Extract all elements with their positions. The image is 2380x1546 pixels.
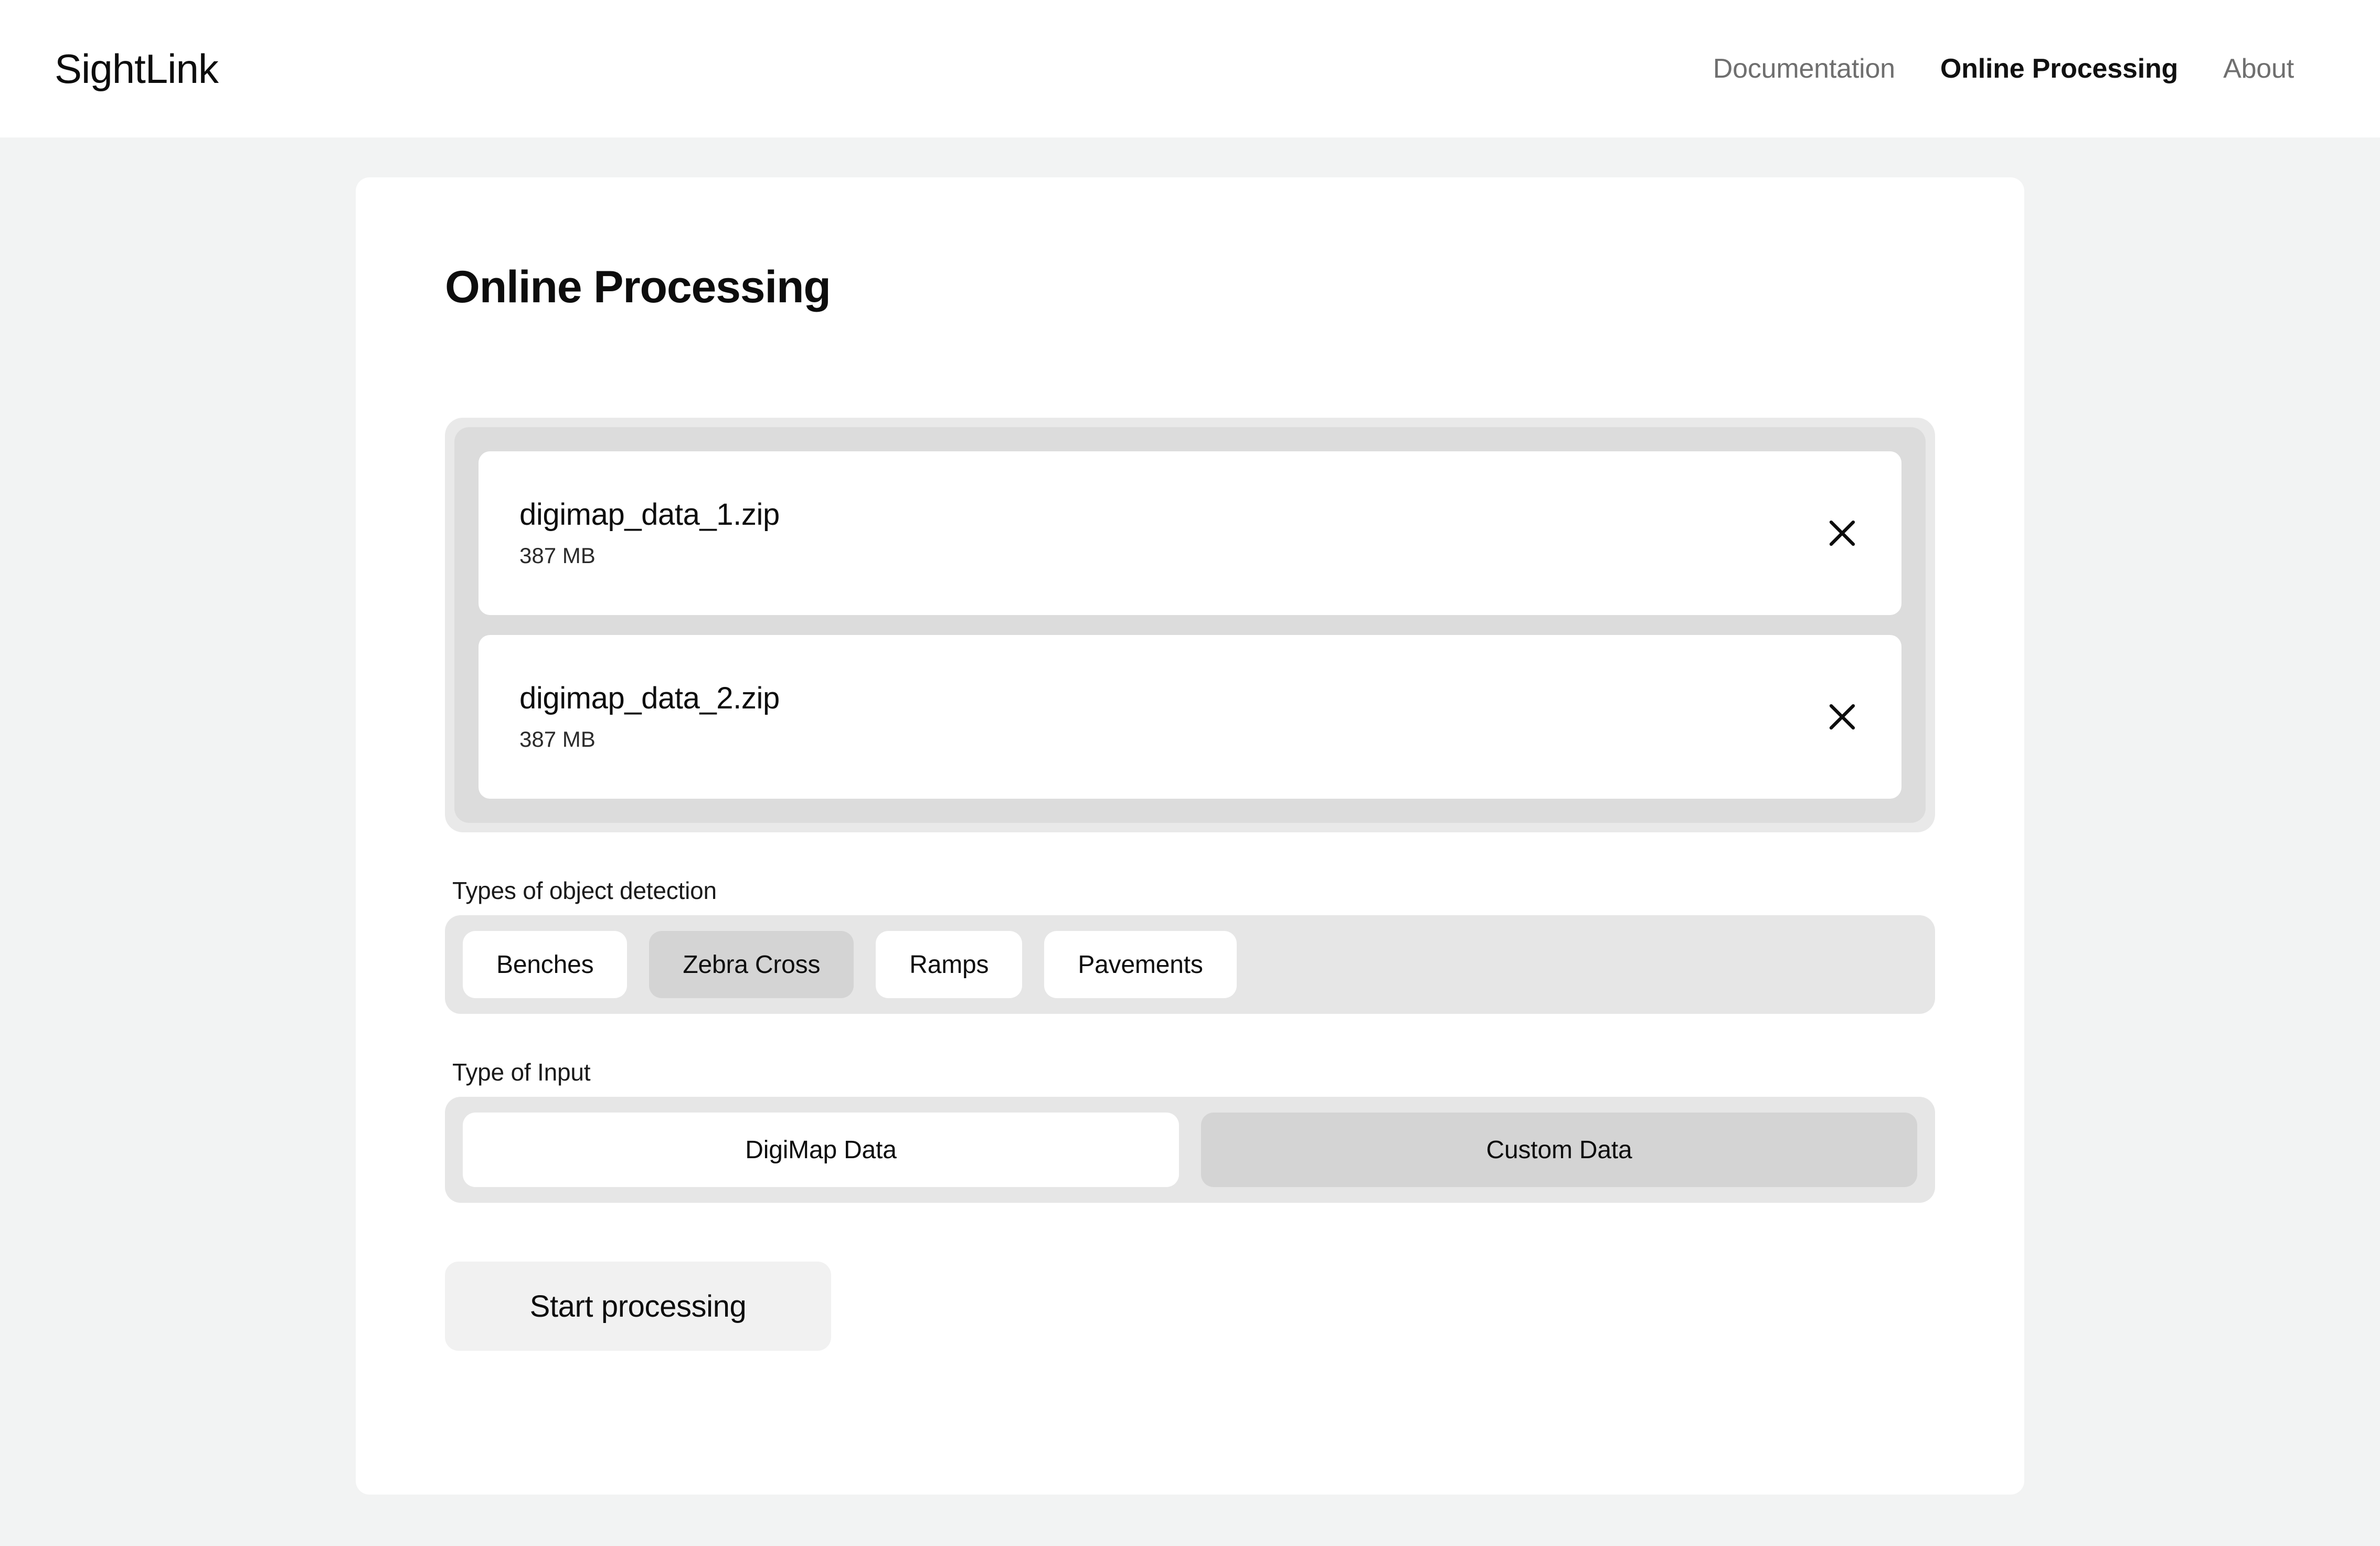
page-title: Online Processing: [445, 262, 831, 312]
file-dropzone[interactable]: digimap_data_1.zip 387 MB digimap_data_2…: [445, 418, 1935, 832]
site-header: SightLink Documentation Online Processin…: [0, 0, 2380, 137]
file-list: digimap_data_1.zip 387 MB digimap_data_2…: [454, 427, 1926, 823]
detection-chip-benches[interactable]: Benches: [463, 931, 628, 998]
remove-file-button[interactable]: [1811, 502, 1873, 564]
close-icon: [1823, 514, 1861, 552]
content-card: Online Processing digimap_data_1.zip 387…: [356, 177, 2024, 1495]
nav-item-documentation[interactable]: Documentation: [1713, 53, 1895, 84]
start-processing-button[interactable]: Start processing: [445, 1262, 831, 1351]
brand-logo[interactable]: SightLink: [55, 48, 219, 89]
file-name: digimap_data_2.zip: [519, 681, 780, 715]
detection-types-label: Types of object detection: [452, 877, 717, 904]
page-body: Online Processing digimap_data_1.zip 387…: [0, 137, 2380, 1546]
remove-file-button[interactable]: [1811, 686, 1873, 748]
input-type-group: DigiMap Data Custom Data: [445, 1097, 1935, 1203]
file-name: digimap_data_1.zip: [519, 497, 780, 532]
close-icon: [1823, 698, 1861, 736]
file-meta: digimap_data_1.zip 387 MB: [519, 500, 780, 567]
nav-item-online-processing[interactable]: Online Processing: [1940, 53, 2178, 84]
nav-item-about[interactable]: About: [2223, 53, 2294, 84]
main-navigation: Documentation Online Processing About: [1713, 53, 2325, 84]
file-list-item[interactable]: digimap_data_1.zip 387 MB: [479, 451, 1901, 615]
detection-types-group: Benches Zebra Cross Ramps Pavements: [445, 915, 1935, 1014]
input-type-label: Type of Input: [452, 1058, 591, 1086]
input-type-custom-data[interactable]: Custom Data: [1201, 1113, 1917, 1187]
input-type-digimap-data[interactable]: DigiMap Data: [463, 1113, 1179, 1187]
file-meta: digimap_data_2.zip 387 MB: [519, 683, 780, 750]
file-list-item[interactable]: digimap_data_2.zip 387 MB: [479, 635, 1901, 799]
detection-chip-pavements[interactable]: Pavements: [1044, 931, 1237, 998]
detection-chip-zebra-cross[interactable]: Zebra Cross: [649, 931, 854, 998]
detection-chip-ramps[interactable]: Ramps: [876, 931, 1023, 998]
file-size: 387 MB: [519, 727, 596, 751]
file-size: 387 MB: [519, 543, 596, 568]
